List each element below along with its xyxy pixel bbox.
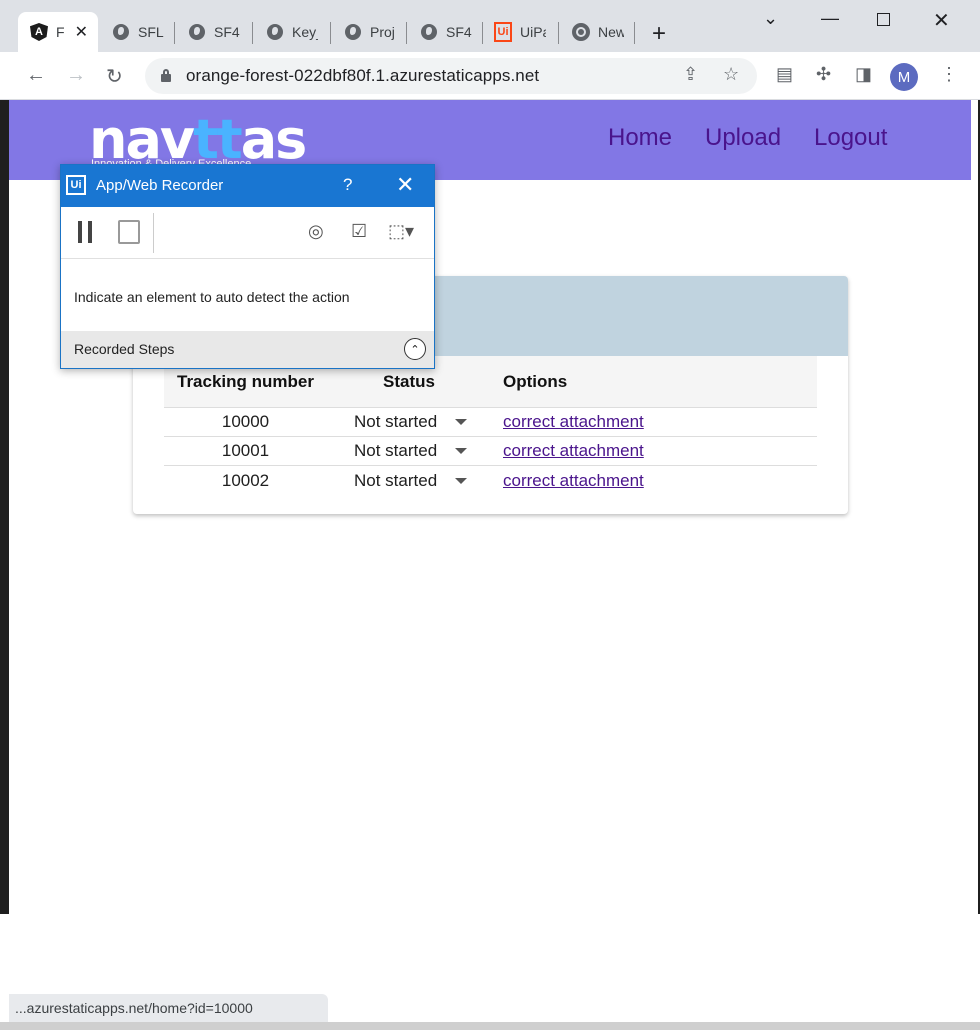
tab-search-icon[interactable]: ⌄ xyxy=(763,8,778,29)
status-select[interactable]: Not started xyxy=(327,471,487,491)
chevron-up-icon[interactable]: ⌃ xyxy=(404,338,426,360)
save-icon[interactable] xyxy=(118,220,140,244)
minimize-button[interactable]: — xyxy=(821,8,839,29)
tab-label: UiPa xyxy=(520,24,546,40)
column-header-options: Options xyxy=(503,371,568,391)
tab-label: Key_ xyxy=(292,24,318,40)
lock-icon xyxy=(161,69,171,82)
dropdown-arrow-icon[interactable] xyxy=(455,419,468,425)
tab-bar: A F ✕ SFLL SF42 Key_ Proj SF4 Ui UiPa Ne… xyxy=(0,0,980,52)
nav-logout[interactable]: Logout xyxy=(814,124,887,152)
status-value: Not started xyxy=(354,441,438,460)
recorded-steps-bar[interactable]: Recorded Steps ⌃ xyxy=(61,331,434,368)
help-button[interactable]: ? xyxy=(343,175,352,195)
recorder-instruction: Indicate an element to auto detect the a… xyxy=(74,289,350,305)
url-text[interactable]: orange-forest-022dbf80f.1.azurestaticapp… xyxy=(186,66,539,86)
status-value: Not started xyxy=(354,470,438,490)
reload-button[interactable]: ↻ xyxy=(106,64,123,89)
nav-upload[interactable]: Upload xyxy=(705,124,781,152)
back-button[interactable]: ← xyxy=(26,64,46,87)
new-tab-button[interactable]: + xyxy=(652,20,666,48)
uipath-logo-icon: Ui xyxy=(66,175,86,195)
window-bottom-edge xyxy=(0,1022,980,1030)
tab-proj[interactable]: Proj xyxy=(332,12,406,52)
extension-page-icon[interactable]: ▤ xyxy=(776,64,793,85)
selection-dropdown-icon[interactable]: ⬚▾ xyxy=(388,221,414,242)
chrome-icon xyxy=(572,23,590,41)
menu-kebab-icon[interactable]: ⋮ xyxy=(940,64,958,85)
uipath-icon: Ui xyxy=(494,22,512,42)
tracking-number: 10001 xyxy=(221,441,270,460)
side-panel-icon[interactable]: ◨ xyxy=(855,64,872,85)
recorded-steps-label: Recorded Steps xyxy=(74,341,175,357)
tab-label: Proj xyxy=(370,24,395,40)
profile-avatar[interactable]: M xyxy=(890,63,918,91)
tab-key[interactable]: Key_ xyxy=(254,12,330,52)
dropdown-arrow-icon[interactable] xyxy=(455,477,468,484)
tab-separator xyxy=(252,22,253,44)
status-value: Not started xyxy=(354,412,438,431)
status-select[interactable]: Not started xyxy=(327,412,487,432)
dropdown-arrow-icon[interactable] xyxy=(455,448,468,454)
column-header-tracking: Tracking number xyxy=(177,371,314,391)
tab-label: New xyxy=(598,24,624,40)
target-element-icon[interactable]: ◎ xyxy=(308,221,324,242)
tab-separator xyxy=(634,22,635,44)
share-icon[interactable]: ⇪ xyxy=(683,64,698,85)
correct-attachment-link[interactable]: correct attachment xyxy=(503,441,644,460)
tab-new[interactable]: New xyxy=(560,12,634,52)
angular-icon: A xyxy=(30,23,48,41)
tab-separator xyxy=(558,22,559,44)
column-header-status: Status xyxy=(383,371,435,391)
tab-label: SF4 xyxy=(446,24,472,40)
table-row: 10002 Not started correct attachment xyxy=(164,466,817,495)
status-select[interactable]: Not started xyxy=(327,441,487,461)
recorder-toolbar: ◎ ☑ ⬚▾ xyxy=(61,207,434,259)
pause-icon[interactable] xyxy=(78,221,92,243)
forward-button[interactable]: → xyxy=(66,64,86,87)
globe-icon xyxy=(266,23,284,41)
tab-separator xyxy=(406,22,407,44)
table-row: 10000 Not started correct attachment xyxy=(164,408,817,437)
address-bar[interactable]: orange-forest-022dbf80f.1.azurestaticapp… xyxy=(145,58,757,94)
window-edge-left xyxy=(0,88,9,914)
app-web-recorder-dialog: Ui App/Web Recorder ? ✕ ◎ ☑ ⬚▾ Indicate … xyxy=(60,164,435,369)
extensions-puzzle-icon[interactable]: ✣ xyxy=(816,64,831,85)
tab-uipath[interactable]: Ui UiPa xyxy=(482,12,556,52)
close-icon[interactable]: ✕ xyxy=(75,22,88,42)
globe-icon xyxy=(188,23,206,41)
globe-icon xyxy=(112,23,130,41)
tracking-number: 10000 xyxy=(221,412,270,431)
correct-attachment-link[interactable]: correct attachment xyxy=(503,412,644,431)
browser-toolbar: ← → ↻ orange-forest-022dbf80f.1.azuresta… xyxy=(0,52,980,100)
tab-label: F xyxy=(56,24,65,40)
close-icon[interactable]: ✕ xyxy=(396,172,414,198)
tab-sfll[interactable]: SFLL xyxy=(100,12,174,52)
maximize-button[interactable] xyxy=(877,10,890,31)
toolbar-divider xyxy=(153,213,154,253)
globe-icon xyxy=(420,23,438,41)
recorder-titlebar[interactable]: Ui App/Web Recorder ? ✕ xyxy=(61,165,434,207)
bookmark-star-icon[interactable]: ☆ xyxy=(723,64,739,85)
tracking-table: Tracking number Status Options 10000 Not… xyxy=(164,356,817,495)
tab-separator xyxy=(330,22,331,44)
globe-icon xyxy=(344,23,362,41)
tracking-number: 10002 xyxy=(221,470,270,490)
tab-label: SF42 xyxy=(214,24,240,40)
link-status-bar: ...azurestaticapps.net/home?id=10000 xyxy=(9,994,328,1022)
tab-sf4[interactable]: SF4 xyxy=(408,12,482,52)
tab-active[interactable]: A F ✕ xyxy=(18,12,98,52)
tab-sf42[interactable]: SF42 xyxy=(176,12,252,52)
recorder-title: App/Web Recorder xyxy=(96,177,224,194)
window-close-button[interactable]: ✕ xyxy=(933,8,950,33)
tab-separator xyxy=(174,22,175,44)
nav-home[interactable]: Home xyxy=(608,124,672,152)
correct-attachment-link[interactable]: correct attachment xyxy=(503,471,644,490)
tab-label: SFLL xyxy=(138,24,164,40)
table-row: 10001 Not started correct attachment xyxy=(164,437,817,466)
checklist-icon[interactable]: ☑ xyxy=(351,221,367,242)
